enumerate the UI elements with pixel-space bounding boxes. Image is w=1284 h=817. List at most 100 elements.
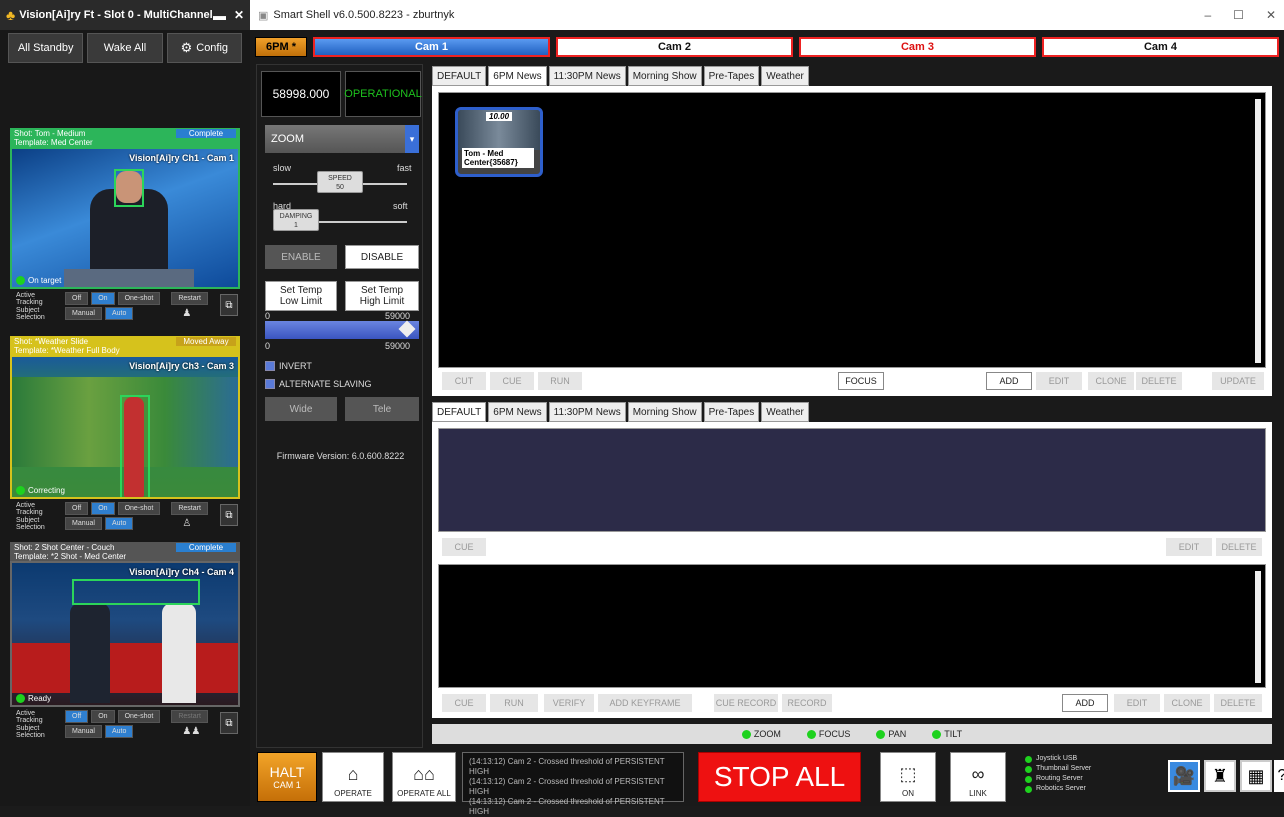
subject-auto-button[interactable]: Auto [104,517,134,530]
tracking-off-button[interactable]: Off [65,292,89,305]
tracking-on-button[interactable]: On [91,502,115,515]
tab-morning-show[interactable]: Morning Show [627,402,702,422]
maximize-icon[interactable]: ☐ [1233,8,1244,22]
tracking-oneshot-button[interactable]: One-shot [117,502,161,515]
external-link-icon[interactable]: ⧉ [220,712,238,734]
add-button[interactable]: ADD [1062,694,1108,712]
subject-manual-button[interactable]: Manual [65,725,102,738]
damping-slider-knob[interactable]: DAMPING 1 [273,209,319,231]
operate-button[interactable]: ⌂ OPERATE [322,752,384,802]
shot-card[interactable]: 10.00 Tom - Med Center{35687} [455,107,543,177]
run-button[interactable]: RUN [538,372,582,390]
video-feed[interactable]: Vision[Ai]ry Ch1 - Cam 1 On target [10,147,240,289]
sequence-button-bar: CUE EDIT DELETE [432,536,1272,558]
tab-morning-show[interactable]: Morning Show [627,66,702,86]
ai-toggle-button[interactable]: ⬚ ON [880,752,936,802]
grid-view-button[interactable]: ▦ [1240,760,1272,792]
cam-3-button[interactable]: Cam 3 [799,37,1036,57]
cue-button[interactable]: CUE [490,372,534,390]
close-icon[interactable]: ✕ [1266,8,1276,22]
tracking-restart-button[interactable]: Restart [171,710,208,723]
update-button[interactable]: UPDATE [1212,372,1264,390]
tele-button[interactable]: Tele [345,397,419,421]
show-button[interactable]: 6PM * [255,37,307,57]
close-icon[interactable]: ✕ [234,8,244,22]
external-link-icon[interactable]: ⧉ [220,294,238,316]
tracking-on-button[interactable]: On [91,710,115,723]
verify-button[interactable]: VERIFY [544,694,594,712]
tracking-oneshot-button[interactable]: One-shot [117,292,161,305]
tab-6pm-news[interactable]: 6PM News [488,402,547,422]
tab-weather[interactable]: Weather [761,66,809,86]
tracking-restart-button[interactable]: Restart [171,502,208,515]
cue-button[interactable]: CUE [442,538,486,556]
wide-button[interactable]: Wide [265,397,337,421]
subject-manual-button[interactable]: Manual [65,517,102,530]
cue-button[interactable]: CUE [442,694,486,712]
invert-checkbox[interactable] [265,361,275,371]
tracking-off-button[interactable]: Off [65,710,89,723]
alt-slaving-checkbox[interactable] [265,379,275,389]
add-keyframe-button[interactable]: ADD KEYFRAME [598,694,692,712]
cue-record-button[interactable]: CUE RECORD [714,694,778,712]
tab-weather[interactable]: Weather [761,402,809,422]
joystick-button[interactable]: ♜ [1204,760,1236,792]
edit-button[interactable]: EDIT [1114,694,1160,712]
tracking-oneshot-button[interactable]: One-shot [117,710,161,723]
subject-auto-button[interactable]: Auto [104,307,134,320]
delete-button[interactable]: DELETE [1216,538,1262,556]
operate-all-button[interactable]: ⌂⌂ OPERATE ALL [392,752,456,802]
tab-6pm-news[interactable]: 6PM News [488,66,547,86]
subject-manual-button[interactable]: Manual [65,307,102,320]
video-feed[interactable]: Vision[Ai]ry Ch3 - Cam 3 Correcting [10,355,240,499]
tab-pre-tapes[interactable]: Pre-Tapes [703,66,760,86]
external-link-icon[interactable]: ⧉ [220,504,238,526]
cam-2-button[interactable]: Cam 2 [556,37,793,57]
enable-button[interactable]: ENABLE [265,245,337,269]
add-button[interactable]: ADD [986,372,1032,390]
subject-auto-button[interactable]: Auto [104,725,134,738]
edit-button[interactable]: EDIT [1166,538,1212,556]
run-button[interactable]: RUN [490,694,538,712]
delete-button[interactable]: DELETE [1136,372,1182,390]
clone-button[interactable]: CLONE [1088,372,1134,390]
all-standby-button[interactable]: All Standby [8,33,84,63]
minimize-icon[interactable]: ▬ [213,8,226,23]
clone-button[interactable]: CLONE [1164,694,1210,712]
config-button[interactable]: ⚙ Config [166,33,242,63]
tab-default[interactable]: DEFAULT [432,402,487,422]
cam-1-button[interactable]: Cam 1 [313,37,550,57]
event-log[interactable]: (14:13:12) Cam 2 - Crossed threshold of … [462,752,684,816]
delete-button[interactable]: DELETE [1214,694,1262,712]
help-button[interactable]: ? [1274,760,1284,792]
halt-button[interactable]: HALT CAM 1 [257,752,317,802]
position-bar[interactable] [265,321,419,339]
tab-default[interactable]: DEFAULT [432,66,487,86]
server-robotics: Robotics Server [1025,784,1125,794]
disable-button[interactable]: DISABLE [345,245,419,269]
link-button[interactable]: ∞ LINK [950,752,1006,802]
tab-pre-tapes[interactable]: Pre-Tapes [703,402,760,422]
record-button[interactable]: RECORD [782,694,832,712]
tracking-off-button[interactable]: Off [65,502,89,515]
focus-button[interactable]: FOCUS [838,372,884,390]
speed-slider-knob[interactable]: SPEED 50 [317,171,363,193]
tracking-on-button[interactable]: On [91,292,115,305]
tracking-restart-button[interactable]: Restart [171,292,208,305]
mode-select[interactable]: ZOOM ▾ [265,125,419,153]
set-temp-high-button[interactable]: Set Temp High Limit [345,281,419,311]
video-feed[interactable]: Vision[Ai]ry Ch4 - Cam 4 Ready [10,561,240,707]
minimize-icon[interactable]: – [1204,8,1211,22]
tab-1130pm-news[interactable]: 11:30PM News [548,66,626,86]
cut-button[interactable]: CUT [442,372,486,390]
tab-1130pm-news[interactable]: 11:30PM News [548,402,626,422]
edit-button[interactable]: EDIT [1036,372,1082,390]
scrollbar[interactable] [1255,99,1261,363]
stop-all-button[interactable]: STOP ALL [698,752,861,802]
cam-4-button[interactable]: Cam 4 [1042,37,1279,57]
camera-view-button[interactable]: 🎥 [1168,760,1200,792]
shot-panel-top: 10.00 Tom - Med Center{35687} CUT CUE RU… [432,86,1272,396]
scrollbar[interactable] [1255,571,1261,683]
set-temp-low-button[interactable]: Set Temp Low Limit [265,281,337,311]
wake-all-button[interactable]: Wake All [87,33,163,63]
